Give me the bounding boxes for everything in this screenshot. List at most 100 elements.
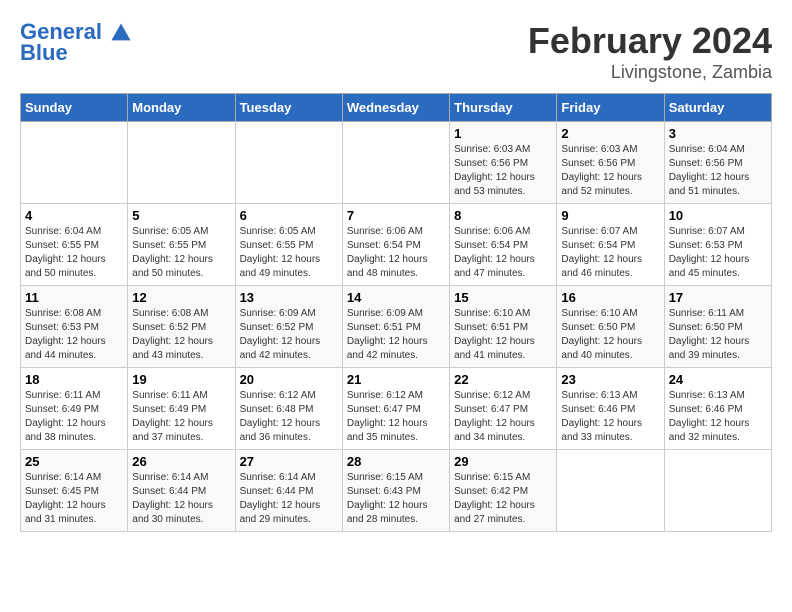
day-info: Sunrise: 6:12 AM Sunset: 6:48 PM Dayligh… — [240, 389, 338, 445]
day-info: Sunrise: 6:05 AM Sunset: 6:55 PM Dayligh… — [132, 225, 230, 281]
cell-4-3: 28 Sunrise: 6:15 AM Sunset: 6:43 PM Dayli… — [342, 450, 449, 532]
day-number: 12 — [132, 290, 230, 305]
header-friday: Friday — [557, 94, 664, 122]
day-number: 3 — [669, 126, 767, 141]
day-info: Sunrise: 6:08 AM Sunset: 6:52 PM Dayligh… — [132, 307, 230, 363]
main-title: February 2024 — [528, 20, 772, 62]
day-info: Sunrise: 6:14 AM Sunset: 6:44 PM Dayligh… — [132, 471, 230, 527]
day-number: 2 — [561, 126, 659, 141]
cell-2-0: 11 Sunrise: 6:08 AM Sunset: 6:53 PM Dayli… — [21, 286, 128, 368]
cell-0-1 — [128, 122, 235, 204]
title-block: February 2024 Livingstone, Zambia — [528, 20, 772, 83]
day-info: Sunrise: 6:14 AM Sunset: 6:44 PM Dayligh… — [240, 471, 338, 527]
cell-3-5: 23 Sunrise: 6:13 AM Sunset: 6:46 PM Dayli… — [557, 368, 664, 450]
cell-1-1: 5 Sunrise: 6:05 AM Sunset: 6:55 PM Daylig… — [128, 204, 235, 286]
cell-3-2: 20 Sunrise: 6:12 AM Sunset: 6:48 PM Dayli… — [235, 368, 342, 450]
day-number: 11 — [25, 290, 123, 305]
logo: General Blue — [20, 20, 132, 66]
header-monday: Monday — [128, 94, 235, 122]
cell-0-3 — [342, 122, 449, 204]
day-number: 23 — [561, 372, 659, 387]
cell-3-0: 18 Sunrise: 6:11 AM Sunset: 6:49 PM Dayli… — [21, 368, 128, 450]
cell-0-5: 2 Sunrise: 6:03 AM Sunset: 6:56 PM Daylig… — [557, 122, 664, 204]
cell-2-4: 15Sunrise: 6:10 AM Sunset: 6:51 PM Dayli… — [450, 286, 557, 368]
day-number: 16 — [561, 290, 659, 305]
day-number: 5 — [132, 208, 230, 223]
header-tuesday: Tuesday — [235, 94, 342, 122]
day-number: 1 — [454, 126, 552, 141]
header-sunday: Sunday — [21, 94, 128, 122]
page-header: General Blue February 2024 Livingstone, … — [20, 20, 772, 83]
day-info: Sunrise: 6:04 AM Sunset: 6:56 PM Dayligh… — [669, 143, 767, 199]
cell-1-5: 9Sunrise: 6:07 AM Sunset: 6:54 PM Daylig… — [557, 204, 664, 286]
cell-4-1: 26 Sunrise: 6:14 AM Sunset: 6:44 PM Dayli… — [128, 450, 235, 532]
day-number: 4 — [25, 208, 123, 223]
day-info: Sunrise: 6:03 AM Sunset: 6:56 PM Dayligh… — [561, 143, 659, 199]
day-info: Sunrise: 6:07 AM Sunset: 6:53 PM Dayligh… — [669, 225, 767, 281]
day-number: 18 — [25, 372, 123, 387]
cell-4-2: 27Sunrise: 6:14 AM Sunset: 6:44 PM Dayli… — [235, 450, 342, 532]
cell-0-4: 1 Sunrise: 6:03 AM Sunset: 6:56 PM Daylig… — [450, 122, 557, 204]
week-row-1: 1 Sunrise: 6:03 AM Sunset: 6:56 PM Daylig… — [21, 122, 772, 204]
day-info: Sunrise: 6:13 AM Sunset: 6:46 PM Dayligh… — [669, 389, 767, 445]
day-info: Sunrise: 6:11 AM Sunset: 6:49 PM Dayligh… — [132, 389, 230, 445]
cell-1-6: 10 Sunrise: 6:07 AM Sunset: 6:53 PM Dayli… — [664, 204, 771, 286]
day-info: Sunrise: 6:15 AM Sunset: 6:42 PM Dayligh… — [454, 471, 552, 527]
day-number: 7 — [347, 208, 445, 223]
cell-4-5 — [557, 450, 664, 532]
header-thursday: Thursday — [450, 94, 557, 122]
cell-3-3: 21 Sunrise: 6:12 AM Sunset: 6:47 PM Dayli… — [342, 368, 449, 450]
cell-4-4: 29 Sunrise: 6:15 AM Sunset: 6:42 PM Dayli… — [450, 450, 557, 532]
logo-icon — [110, 22, 132, 44]
week-row-2: 4 Sunrise: 6:04 AM Sunset: 6:55 PM Daylig… — [21, 204, 772, 286]
day-info: Sunrise: 6:10 AM Sunset: 6:51 PM Dayligh… — [454, 307, 552, 363]
cell-0-2 — [235, 122, 342, 204]
cell-3-6: 24 Sunrise: 6:13 AM Sunset: 6:46 PM Dayli… — [664, 368, 771, 450]
day-info: Sunrise: 6:03 AM Sunset: 6:56 PM Dayligh… — [454, 143, 552, 199]
day-number: 24 — [669, 372, 767, 387]
day-info: Sunrise: 6:10 AM Sunset: 6:50 PM Dayligh… — [561, 307, 659, 363]
day-info: Sunrise: 6:08 AM Sunset: 6:53 PM Dayligh… — [25, 307, 123, 363]
day-info: Sunrise: 6:11 AM Sunset: 6:50 PM Dayligh… — [669, 307, 767, 363]
day-number: 29 — [454, 454, 552, 469]
day-number: 6 — [240, 208, 338, 223]
cell-0-6: 3 Sunrise: 6:04 AM Sunset: 6:56 PM Daylig… — [664, 122, 771, 204]
day-info: Sunrise: 6:09 AM Sunset: 6:51 PM Dayligh… — [347, 307, 445, 363]
day-number: 14 — [347, 290, 445, 305]
header-saturday: Saturday — [664, 94, 771, 122]
week-row-3: 11 Sunrise: 6:08 AM Sunset: 6:53 PM Dayli… — [21, 286, 772, 368]
cell-1-4: 8 Sunrise: 6:06 AM Sunset: 6:54 PM Daylig… — [450, 204, 557, 286]
week-row-5: 25 Sunrise: 6:14 AM Sunset: 6:45 PM Dayli… — [21, 450, 772, 532]
day-info: Sunrise: 6:05 AM Sunset: 6:55 PM Dayligh… — [240, 225, 338, 281]
cell-3-4: 22Sunrise: 6:12 AM Sunset: 6:47 PM Dayli… — [450, 368, 557, 450]
day-number: 28 — [347, 454, 445, 469]
day-info: Sunrise: 6:06 AM Sunset: 6:54 PM Dayligh… — [454, 225, 552, 281]
day-number: 17 — [669, 290, 767, 305]
cell-1-2: 6 Sunrise: 6:05 AM Sunset: 6:55 PM Daylig… — [235, 204, 342, 286]
day-number: 26 — [132, 454, 230, 469]
cell-1-0: 4 Sunrise: 6:04 AM Sunset: 6:55 PM Daylig… — [21, 204, 128, 286]
day-number: 25 — [25, 454, 123, 469]
day-number: 20 — [240, 372, 338, 387]
day-number: 10 — [669, 208, 767, 223]
day-info: Sunrise: 6:07 AM Sunset: 6:54 PM Dayligh… — [561, 225, 659, 281]
day-info: Sunrise: 6:09 AM Sunset: 6:52 PM Dayligh… — [240, 307, 338, 363]
day-info: Sunrise: 6:12 AM Sunset: 6:47 PM Dayligh… — [347, 389, 445, 445]
day-number: 21 — [347, 372, 445, 387]
day-number: 8 — [454, 208, 552, 223]
cell-0-0 — [21, 122, 128, 204]
day-info: Sunrise: 6:13 AM Sunset: 6:46 PM Dayligh… — [561, 389, 659, 445]
cell-2-2: 13Sunrise: 6:09 AM Sunset: 6:52 PM Dayli… — [235, 286, 342, 368]
day-info: Sunrise: 6:14 AM Sunset: 6:45 PM Dayligh… — [25, 471, 123, 527]
day-number: 19 — [132, 372, 230, 387]
subtitle: Livingstone, Zambia — [528, 62, 772, 83]
cell-2-6: 17 Sunrise: 6:11 AM Sunset: 6:50 PM Dayli… — [664, 286, 771, 368]
day-info: Sunrise: 6:12 AM Sunset: 6:47 PM Dayligh… — [454, 389, 552, 445]
cell-4-6 — [664, 450, 771, 532]
cell-4-0: 25 Sunrise: 6:14 AM Sunset: 6:45 PM Dayli… — [21, 450, 128, 532]
day-info: Sunrise: 6:11 AM Sunset: 6:49 PM Dayligh… — [25, 389, 123, 445]
cell-3-1: 19 Sunrise: 6:11 AM Sunset: 6:49 PM Dayli… — [128, 368, 235, 450]
cell-1-3: 7Sunrise: 6:06 AM Sunset: 6:54 PM Daylig… — [342, 204, 449, 286]
day-info: Sunrise: 6:04 AM Sunset: 6:55 PM Dayligh… — [25, 225, 123, 281]
day-info: Sunrise: 6:15 AM Sunset: 6:43 PM Dayligh… — [347, 471, 445, 527]
